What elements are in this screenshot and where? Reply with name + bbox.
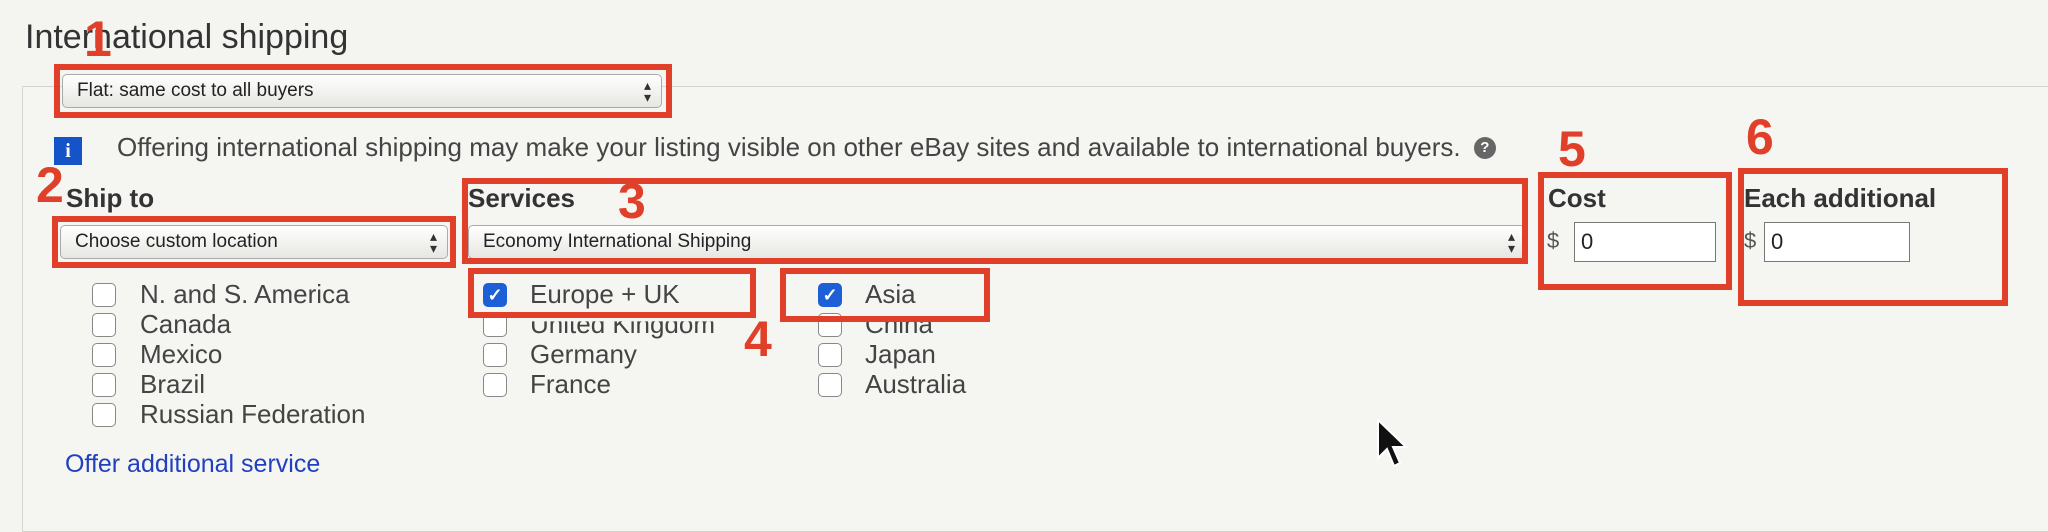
checkbox-icon[interactable] bbox=[92, 283, 116, 307]
annotation-box-4a bbox=[468, 268, 756, 318]
annotation-number-1: 1 bbox=[84, 11, 112, 67]
checkbox-icon[interactable] bbox=[818, 373, 842, 397]
annotation-box-6 bbox=[1738, 168, 2008, 306]
ship-to-label: Ship to bbox=[66, 183, 155, 213]
country-label: Brazil bbox=[140, 369, 206, 399]
annotation-number-4: 4 bbox=[744, 311, 772, 367]
country-label: Mexico bbox=[140, 339, 223, 369]
international-notice: Offering international shipping may make… bbox=[117, 132, 1496, 163]
region-label: N. and S. America bbox=[140, 279, 350, 309]
annotation-number-6: 6 bbox=[1746, 109, 1774, 165]
checkbox-icon[interactable] bbox=[92, 403, 116, 427]
annotation-box-4b bbox=[780, 268, 990, 322]
offer-additional-service-link[interactable]: Offer additional service bbox=[65, 450, 320, 479]
checkbox-icon[interactable] bbox=[92, 343, 116, 367]
annotation-number-2: 2 bbox=[36, 157, 64, 213]
notice-text: Offering international shipping may make… bbox=[117, 132, 1461, 162]
country-label: Japan bbox=[865, 339, 936, 369]
country-label: Germany bbox=[530, 339, 637, 369]
annotation-number-5: 5 bbox=[1558, 121, 1586, 177]
section-title: International shipping bbox=[25, 18, 349, 56]
checkbox-icon[interactable] bbox=[92, 373, 116, 397]
checkbox-icon[interactable] bbox=[483, 343, 507, 367]
annotation-box-1 bbox=[54, 64, 672, 118]
country-label: France bbox=[530, 369, 611, 399]
annotation-box-2 bbox=[52, 216, 456, 268]
country-label: Australia bbox=[865, 369, 967, 399]
mouse-pointer-icon bbox=[1377, 418, 1409, 468]
help-icon[interactable]: ? bbox=[1473, 136, 1496, 159]
checkbox-icon[interactable] bbox=[483, 373, 507, 397]
country-label: Russian Federation bbox=[140, 399, 366, 429]
checkbox-icon[interactable] bbox=[818, 343, 842, 367]
country-label: Canada bbox=[140, 309, 232, 339]
annotation-box-5 bbox=[1538, 172, 1732, 290]
checkbox-icon[interactable] bbox=[92, 313, 116, 337]
annotation-number-3: 3 bbox=[618, 173, 646, 229]
